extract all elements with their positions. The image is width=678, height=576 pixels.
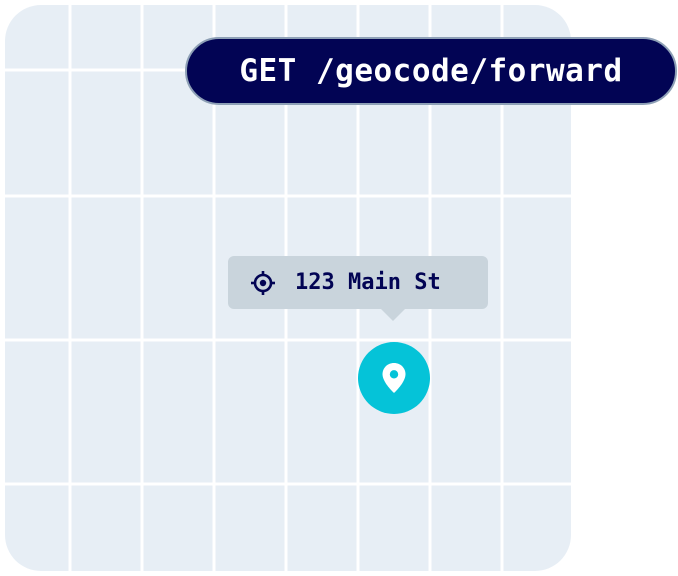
endpoint-badge: GET /geocode/forward <box>185 37 677 105</box>
map-pin-icon <box>381 362 407 394</box>
endpoint-label: GET /geocode/forward <box>239 53 623 89</box>
location-pin-marker[interactable] <box>358 342 430 414</box>
address-label: 123 Main St <box>295 270 441 295</box>
address-tooltip: 123 Main St <box>228 256 488 321</box>
crosshair-target-icon <box>250 270 276 296</box>
